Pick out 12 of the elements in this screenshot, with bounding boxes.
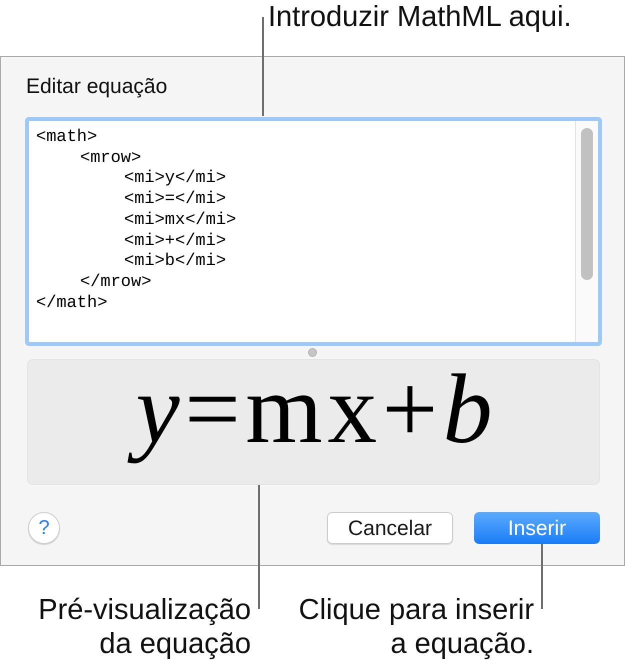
scrollbar-thumb[interactable] [581, 128, 593, 280]
dialog-title: Editar equação [26, 74, 168, 100]
mathml-input-field[interactable]: <math> <mrow> <mi>y</mi> <mi>=</mi> <mi>mx</mi> <mi>+</mi> <mi>b</mi> </mrow> </math> [25, 117, 602, 346]
callout-text: Introduzir MathML aqui. [268, 0, 572, 34]
leader-line [541, 544, 543, 609]
mathml-code: <math> <mrow> <mi>y</mi> <mi>=</mi> <mi>mx</mi> <mi>+</mi> <mi>b</mi> </mrow> </math> [36, 128, 236, 314]
equation-text: y=mx+b [124, 365, 504, 466]
cancel-button[interactable]: Cancelar [327, 512, 453, 544]
callout-text: Clique para inserir a equação. [298, 593, 534, 661]
resize-handle[interactable] [308, 348, 317, 357]
help-button[interactable]: ? [28, 512, 60, 544]
callout-text: Pré-visualização da equação [37, 593, 251, 661]
